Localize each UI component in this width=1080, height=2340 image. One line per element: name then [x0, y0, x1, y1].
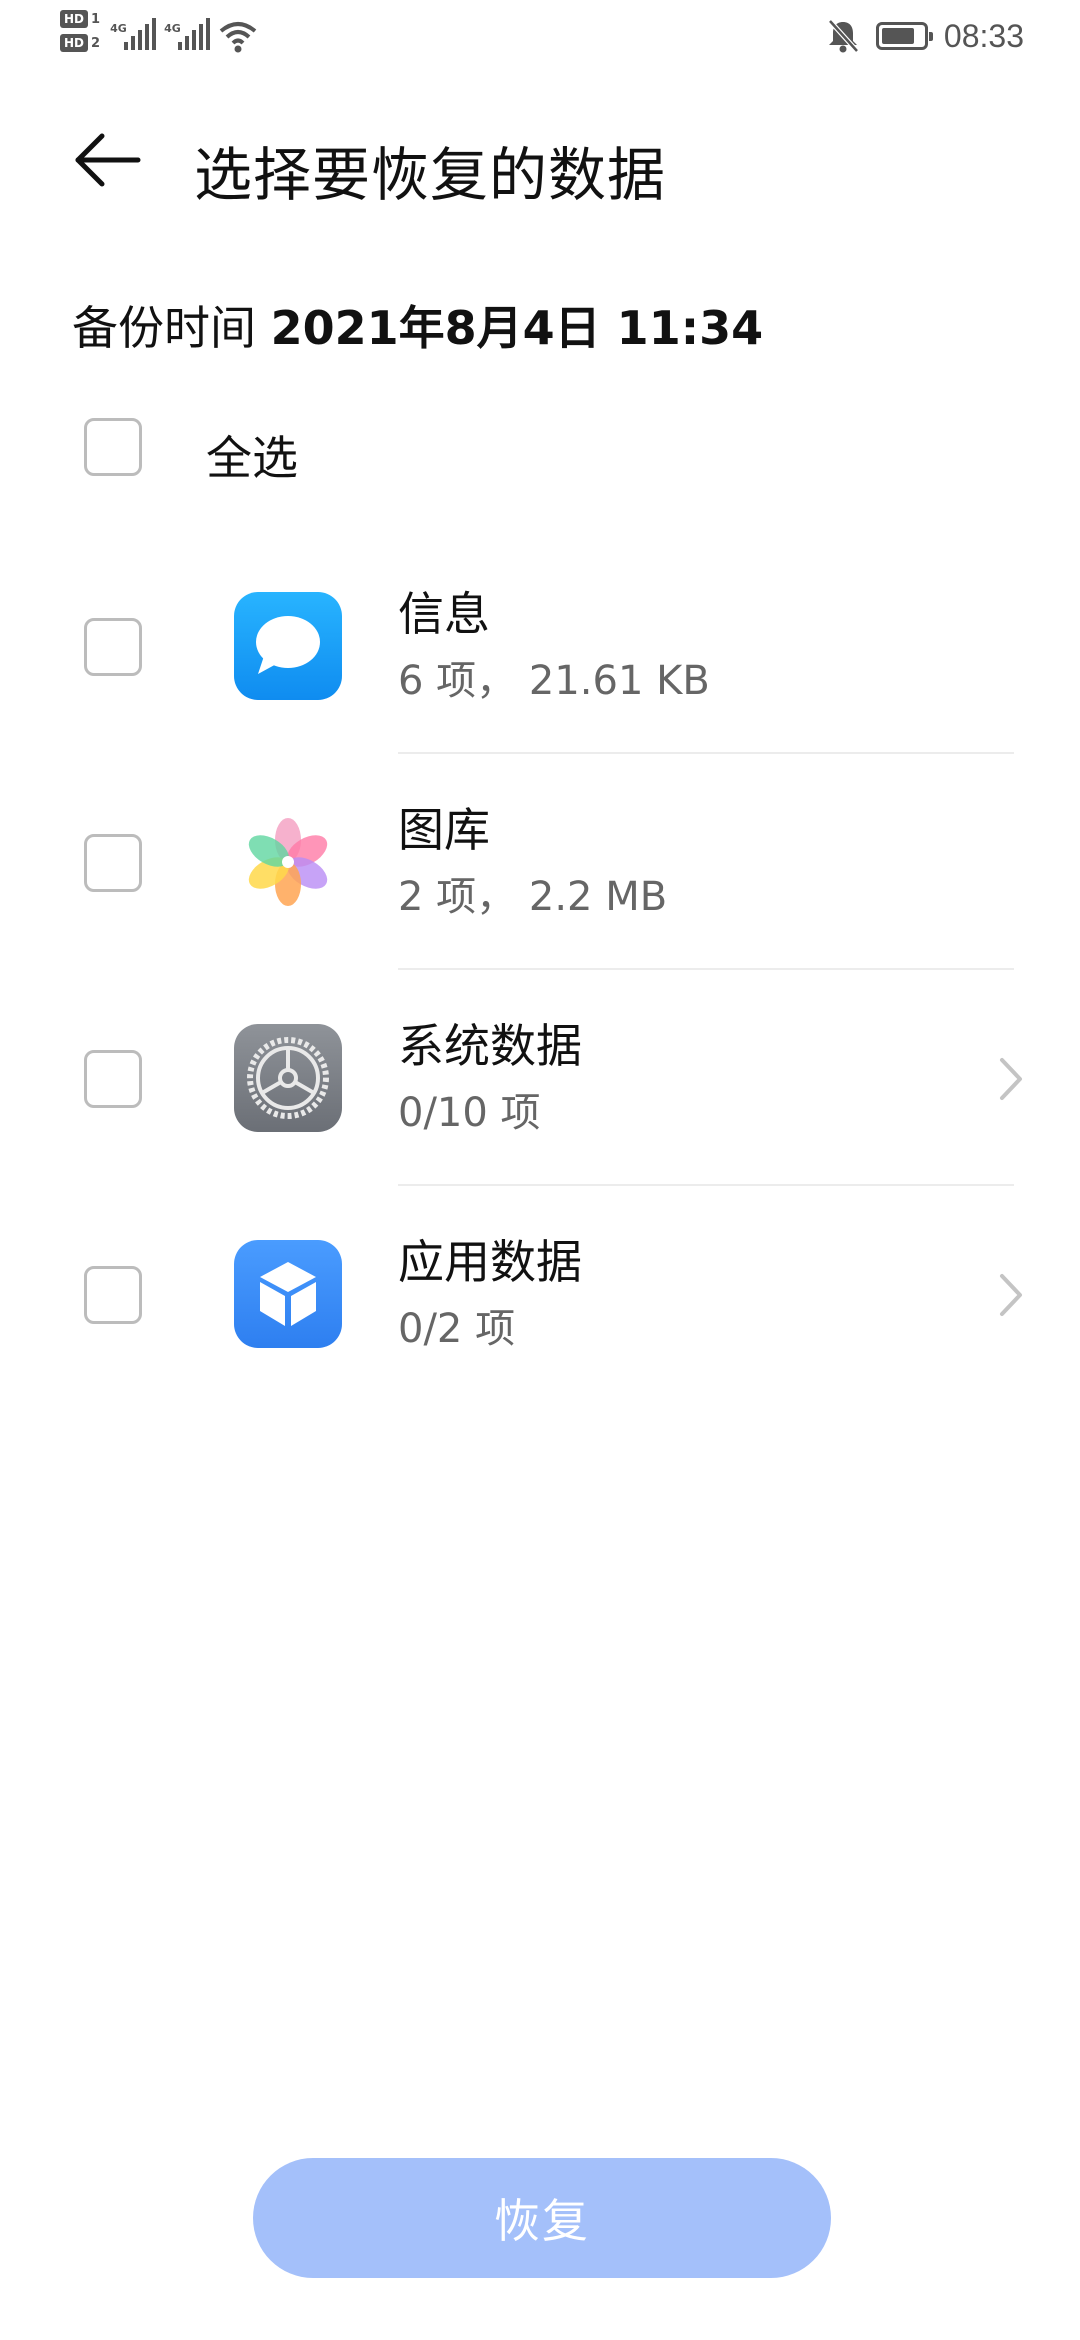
backup-time-label: 备份时间 — [72, 301, 256, 355]
status-time: 08:33 — [943, 17, 1024, 54]
bell-off-icon — [828, 19, 859, 53]
item-checkbox[interactable] — [84, 618, 142, 676]
select-all-label: 全选 — [206, 431, 298, 485]
chevron-right-icon[interactable] — [996, 1270, 1026, 1320]
item-checkbox[interactable] — [84, 1050, 142, 1108]
sim2-indicator: HD 2 — [60, 34, 100, 52]
item-detail: 6 项， 21.61 KB — [398, 658, 710, 704]
status-bar: HD 1 HD 2 4G 4G 08:33 — [0, 0, 1080, 70]
backup-time-value: 2021年8月4日 11:34 — [270, 301, 764, 355]
select-all-checkbox[interactable] — [84, 418, 142, 476]
messages-icon — [234, 592, 342, 700]
battery-icon — [875, 22, 933, 50]
item-name: 信息 — [398, 587, 490, 641]
item-name: 系统数据 — [398, 1019, 582, 1073]
arrow-left-icon[interactable] — [72, 130, 142, 190]
gallery-icon — [234, 808, 342, 916]
list-item-system-data[interactable]: 系统数据 0/10 项 — [0, 970, 1080, 1186]
app-cube-icon — [234, 1240, 342, 1348]
chevron-right-icon[interactable] — [996, 1054, 1026, 1104]
list-item-gallery[interactable]: 图库 2 项， 2.2 MB — [0, 754, 1080, 970]
item-name: 图库 — [398, 803, 490, 857]
settings-icon — [234, 1024, 342, 1132]
item-detail: 0/10 项 — [398, 1090, 541, 1136]
item-name: 应用数据 — [398, 1235, 582, 1289]
select-all-row[interactable]: 全选 — [0, 410, 1080, 490]
app-header: 选择要恢复的数据 — [0, 110, 1080, 210]
page-title: 选择要恢复的数据 — [194, 141, 667, 209]
restore-button[interactable]: 恢复 — [253, 2158, 831, 2278]
list-item-app-data[interactable]: 应用数据 0/2 项 — [0, 1186, 1080, 1402]
signal-icon: 4G — [164, 8, 211, 54]
item-detail: 2 项， 2.2 MB — [398, 874, 668, 920]
item-checkbox[interactable] — [84, 1266, 142, 1324]
wifi-icon — [219, 22, 257, 53]
list-item-messages[interactable]: 信息 6 项， 21.61 KB — [0, 538, 1080, 754]
item-checkbox[interactable] — [84, 834, 142, 892]
signal-icon: 4G — [110, 8, 157, 54]
item-detail: 0/2 项 — [398, 1306, 516, 1352]
sim1-indicator: HD 1 — [60, 10, 100, 28]
backup-time: 备份时间 2021年8月4日 11:34 — [72, 292, 763, 358]
